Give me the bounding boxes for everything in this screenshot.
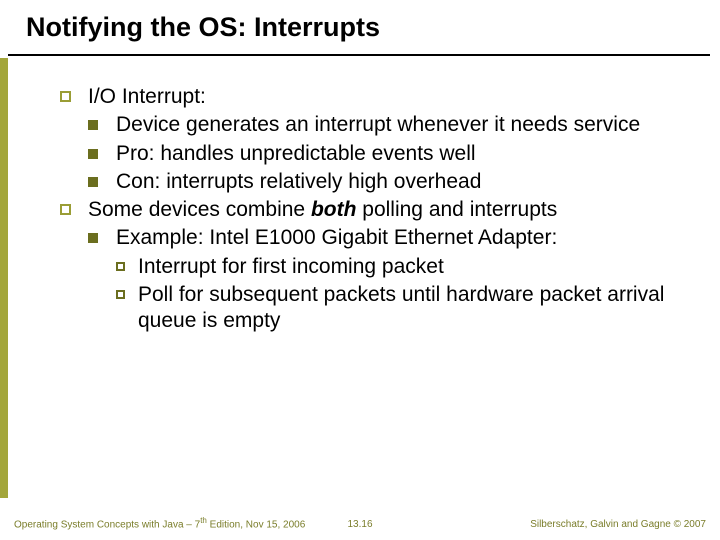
accent-bar [0, 58, 8, 498]
bullet-text: Device generates an interrupt whenever i… [116, 113, 640, 136]
bullet-text: I/O Interrupt: [88, 85, 206, 108]
bullet-con: Con: interrupts relatively high overhead [88, 169, 700, 195]
bullet-example-intel: Example: Intel E1000 Gigabit Ethernet Ad… [88, 225, 700, 251]
bullet-combine-both: Some devices combine both polling and in… [60, 197, 700, 223]
bullet-poll-subsequent: Poll for subsequent packets until hardwa… [116, 282, 700, 335]
bullet-interrupt-first: Interrupt for first incoming packet [116, 254, 700, 280]
slide-title: Notifying the OS: Interrupts [26, 12, 700, 43]
bullet-text: Example: Intel E1000 Gigabit Ethernet Ad… [116, 226, 557, 249]
bullet-pro: Pro: handles unpredictable events well [88, 141, 700, 167]
bullet-text: Poll for subsequent packets until hardwa… [138, 283, 664, 332]
footer-copyright: Silberschatz, Galvin and Gagne © 2007 [530, 519, 706, 530]
bullet-io-interrupt: I/O Interrupt: [60, 84, 700, 110]
bullet-text: Interrupt for first incoming packet [138, 255, 444, 278]
bullet-text: Pro: handles unpredictable events well [116, 142, 476, 165]
bullet-device-generates: Device generates an interrupt whenever i… [88, 112, 700, 138]
title-underline [8, 54, 710, 56]
slide-body: I/O Interrupt: Device generates an inter… [60, 84, 700, 336]
bullet-text-pre: Some devices combine [88, 198, 311, 221]
bullet-text-post: polling and interrupts [356, 198, 557, 221]
bullet-text: Con: interrupts relatively high overhead [116, 170, 481, 193]
slide: Notifying the OS: Interrupts I/O Interru… [0, 0, 720, 540]
bullet-text-bold: both [311, 198, 356, 221]
